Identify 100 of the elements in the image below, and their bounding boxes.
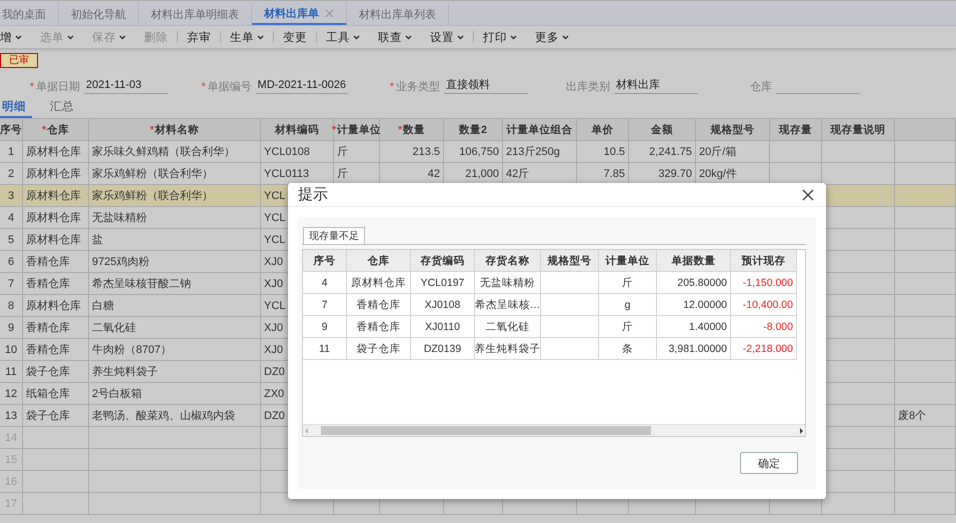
table-cell: 12.00000: [657, 294, 731, 316]
table-cell: XJ0110: [411, 316, 475, 338]
table-cell: 10.5: [577, 141, 629, 163]
toolbar-button[interactable]: 生单: [221, 28, 273, 46]
toolbar-button[interactable]: 变更: [274, 28, 316, 46]
table-cell: DZ0139: [411, 338, 475, 360]
scroll-left-icon[interactable]: [303, 426, 311, 434]
table-cell: 希杰呈味核…: [475, 294, 541, 316]
row-number: 1: [0, 141, 23, 163]
toolbar-button[interactable]: 增: [0, 28, 31, 46]
column-header: 预计现存: [731, 250, 797, 272]
field-label: 出库类别: [566, 80, 610, 94]
column-header: 单价: [577, 119, 629, 141]
input-field[interactable]: 直接领料: [444, 78, 528, 94]
table-cell: 袋子仓库: [347, 338, 411, 360]
input-field[interactable]: 材料出库: [614, 78, 698, 94]
table-cell: 条: [599, 338, 657, 360]
column-header: 序号: [303, 250, 347, 272]
table-cell: 纸箱仓库: [23, 383, 89, 405]
close-icon[interactable]: [802, 188, 814, 200]
toolbar-button[interactable]: 弃审: [178, 28, 220, 46]
scrollbar[interactable]: [303, 424, 805, 436]
table-cell: [23, 493, 89, 515]
toolbar-button[interactable]: 设置: [421, 28, 473, 46]
toolbar-button[interactable]: 联查: [369, 28, 421, 46]
caret-icon: [405, 34, 412, 40]
row-number: 7: [0, 273, 23, 295]
row-number: 4: [0, 207, 23, 229]
table-cell: [895, 317, 956, 339]
table-cell: [541, 316, 599, 338]
toolbar-button[interactable]: 工具: [317, 28, 369, 46]
tab[interactable]: 现存量不足: [303, 227, 365, 244]
table-cell: 香精仓库: [23, 273, 89, 295]
caret-icon: [457, 34, 464, 40]
table-cell: 斤: [599, 272, 657, 294]
caret-icon: [119, 34, 126, 40]
ok-button[interactable]: 确定: [740, 452, 798, 474]
table-cell: 袋子仓库: [23, 405, 89, 427]
row-number: 12: [0, 383, 23, 405]
table-cell: 斤: [334, 141, 380, 163]
table-cell: 养生炖料袋子: [475, 338, 541, 360]
caret-icon: [510, 34, 517, 40]
table-cell: -10,400.00: [731, 294, 797, 316]
table-cell: 家乐鸡鲜粉（联合利华）: [89, 185, 261, 207]
table-cell: 香精仓库: [23, 251, 89, 273]
table-cell: XJ0108: [411, 294, 475, 316]
table-cell: -1,150.000: [731, 272, 797, 294]
caret-icon: [67, 34, 74, 40]
table-cell: 香精仓库: [347, 316, 411, 338]
row-number: 6: [0, 251, 23, 273]
table-cell: [895, 471, 956, 493]
column-header: 数量2: [444, 119, 503, 141]
table-cell: 老鸭汤、酸菜鸡、山椒鸡内袋: [89, 405, 261, 427]
table-cell: [895, 449, 956, 471]
table-cell: 原材料仓库: [23, 207, 89, 229]
table-cell: 白糖: [89, 295, 261, 317]
table-cell: 香精仓库: [23, 317, 89, 339]
table-cell: 养生炖料袋子: [89, 361, 261, 383]
column-header: 存货名称: [475, 250, 541, 272]
table-cell: 希杰呈味核苷酸二钠: [89, 273, 261, 295]
column-header: 规格型号: [541, 250, 599, 272]
caret-icon: [353, 34, 360, 40]
table-cell: 无盐味精粉: [475, 272, 541, 294]
column-header: 规格型号: [696, 119, 770, 141]
column-header: 金额: [629, 119, 696, 141]
table-cell: 2,241.75: [629, 141, 696, 163]
table-cell: 3,981.00000: [657, 338, 731, 360]
table-cell: [895, 251, 956, 273]
scroll-right-icon[interactable]: [797, 426, 805, 434]
column-header: *仓库: [23, 119, 89, 141]
table-cell: [895, 339, 956, 361]
table-cell: [541, 272, 599, 294]
toolbar-button[interactable]: 打印: [474, 28, 526, 46]
table-cell: [541, 338, 599, 360]
table-cell: 香精仓库: [23, 339, 89, 361]
table-cell: 9: [303, 316, 347, 338]
column-header: 仓库: [347, 250, 411, 272]
dialog-title: 提示: [298, 185, 328, 204]
table-cell: [23, 449, 89, 471]
table-cell: [895, 141, 956, 163]
tab[interactable]: 汇总: [48, 99, 80, 118]
table-cell: [541, 294, 599, 316]
table-cell: 213斤250g: [503, 141, 577, 163]
table-cell: 无盐味精粉: [89, 207, 261, 229]
input-field[interactable]: 2021-11-03: [84, 78, 168, 94]
table-cell: 原材料仓库: [23, 141, 89, 163]
column-header: 存货编码: [411, 250, 475, 272]
table-cell: [895, 427, 956, 449]
column-header: 序号: [0, 119, 23, 141]
table-cell: 7: [303, 294, 347, 316]
row-number: 3: [0, 185, 23, 207]
field-label: 仓库: [750, 80, 772, 94]
status-badge: 已审: [0, 53, 38, 68]
column-header: 单据数量: [657, 250, 731, 272]
toolbar-button[interactable]: 更多: [526, 28, 578, 46]
table-cell: 1.40000: [657, 316, 731, 338]
table-cell: 原材料仓库: [23, 229, 89, 251]
input-field[interactable]: MD-2021-11-0026: [256, 78, 348, 94]
table-cell: 二氧化硅: [89, 317, 261, 339]
column-header: 现存量: [770, 119, 822, 141]
